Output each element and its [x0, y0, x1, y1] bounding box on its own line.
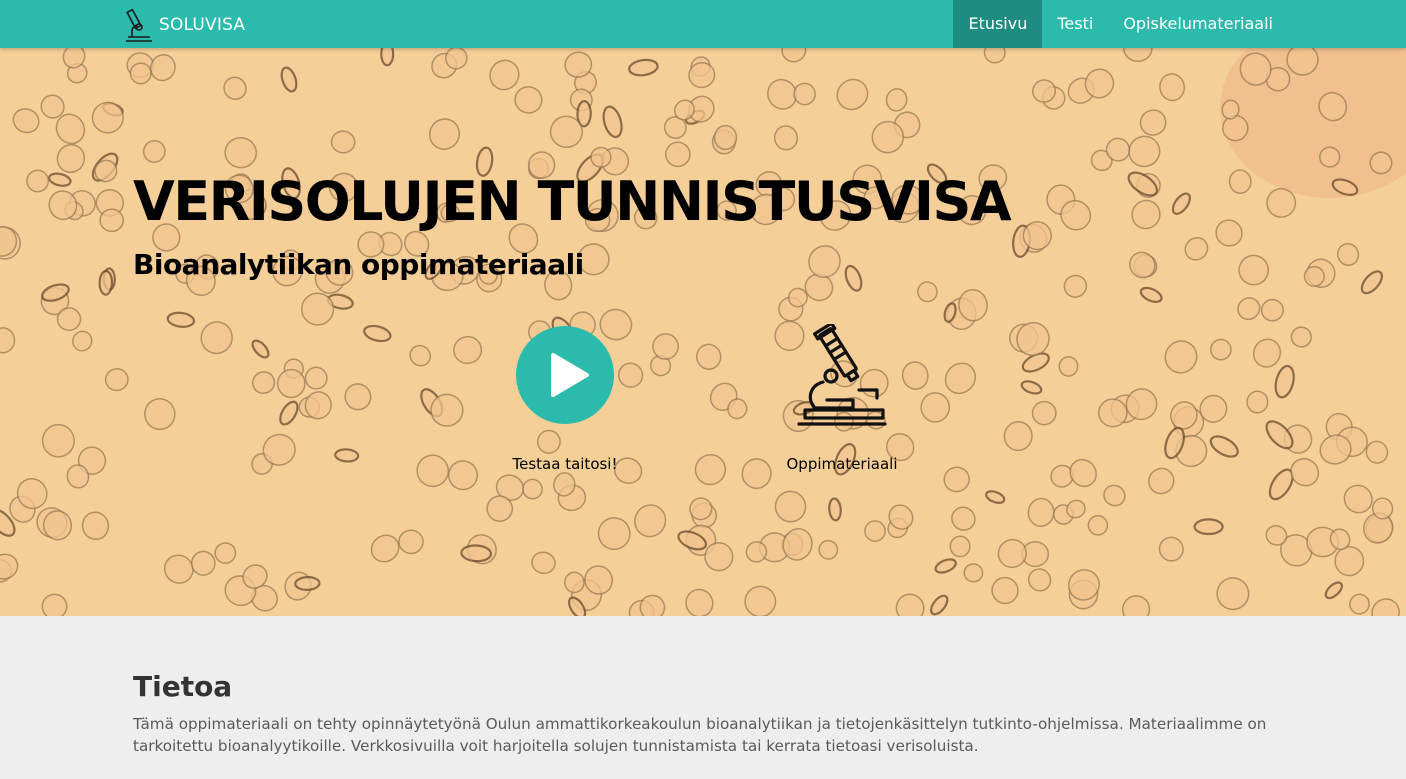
about-section: Tietoa Tämä oppimateriaali on tehty opin…	[0, 616, 1406, 779]
play-icon	[551, 353, 589, 397]
main-nav: Etusivu Testi Opiskelumateriaali	[953, 0, 1288, 48]
navbar: SOLUVISA Etusivu Testi Opiskelumateriaal…	[0, 0, 1406, 48]
hero-title: VERISOLUJEN TUNNISTUSVISA	[133, 170, 1012, 233]
start-test-button[interactable]	[516, 326, 614, 424]
microscope-icon	[126, 8, 152, 42]
learning-material-button[interactable]	[795, 321, 889, 428]
about-title: Tietoa	[133, 670, 233, 703]
about-text: Tämä oppimateriaali on tehty opinnäytety…	[133, 715, 1267, 755]
brand-name: SOLUVISA	[159, 15, 246, 35]
brand-link[interactable]: SOLUVISA	[122, 7, 245, 43]
nav-item-opiskelumateriaali[interactable]: Opiskelumateriaali	[1108, 0, 1288, 48]
nav-item-etusivu[interactable]: Etusivu	[953, 0, 1043, 48]
hero-section: VERISOLUJEN TUNNISTUSVISA Bioanalytiikan…	[0, 48, 1406, 616]
hero-subtitle: Bioanalytiikan oppimateriaali	[133, 248, 584, 281]
nav-item-testi[interactable]: Testi	[1042, 0, 1108, 48]
microscope-icon	[797, 321, 887, 426]
learning-material-label[interactable]: Oppimateriaali	[772, 455, 912, 473]
blood-cells-background	[0, 48, 1406, 616]
start-test-label[interactable]: Testaa taitosi!	[500, 455, 630, 473]
